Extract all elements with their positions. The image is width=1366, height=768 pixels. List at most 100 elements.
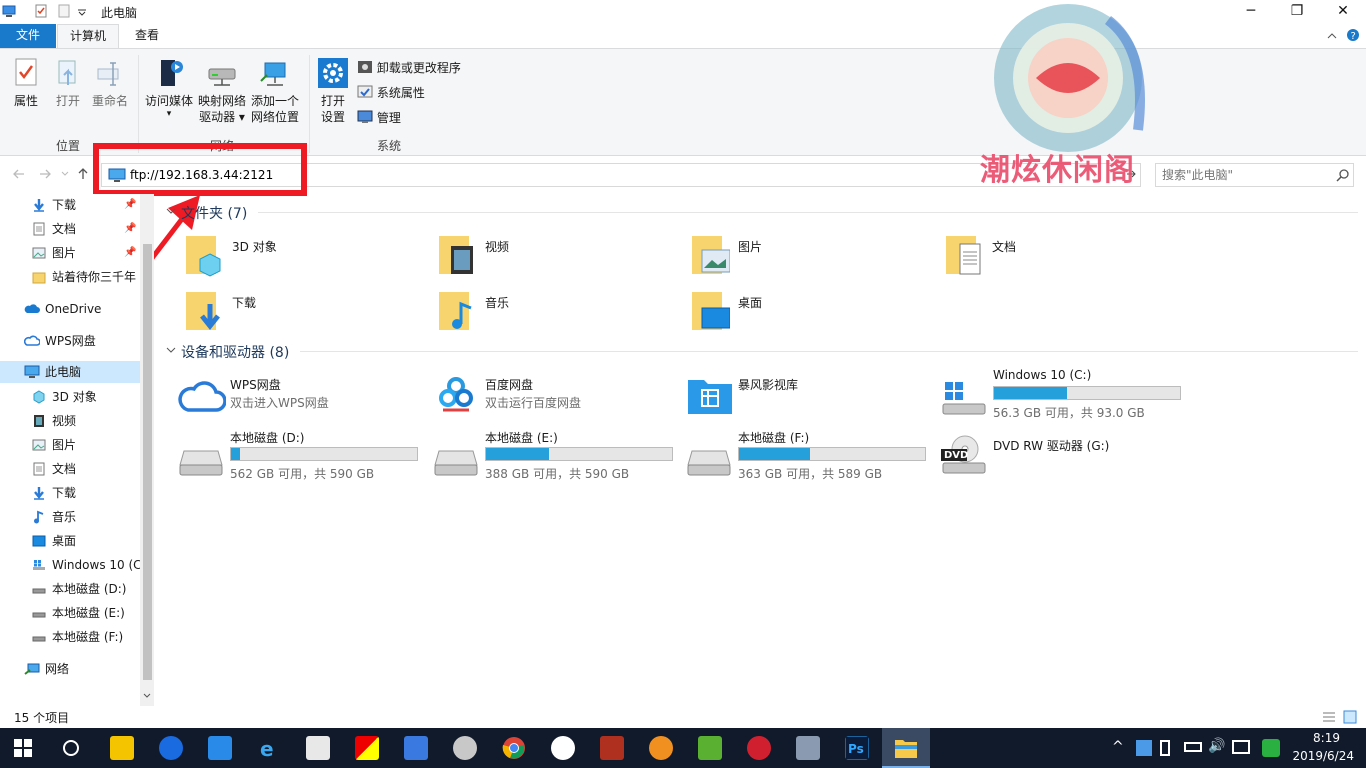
sidebar-item-downloads[interactable]: 下载 📌 bbox=[32, 194, 140, 216]
folder-documents[interactable]: 文档 bbox=[946, 234, 1186, 284]
volume-icon[interactable]: 🔊 bbox=[1208, 738, 1225, 754]
search-box[interactable] bbox=[1155, 163, 1354, 187]
sidebar-item-music[interactable]: 音乐 bbox=[32, 506, 140, 528]
pin-icon[interactable]: 📌 bbox=[124, 218, 136, 240]
back-arrow-icon[interactable] bbox=[12, 167, 26, 181]
tab-view[interactable]: 查看 bbox=[124, 24, 170, 48]
maximize-button[interactable]: ❐ bbox=[1274, 0, 1320, 24]
sidebar-item-documents-pc[interactable]: 文档 bbox=[32, 458, 140, 480]
sidebar-item-folder[interactable]: 站着待你三千年 bbox=[32, 266, 140, 288]
battery-icon[interactable] bbox=[1184, 742, 1202, 752]
device-drive-e[interactable]: 本地磁盘 (E:) 388 GB 可用，共 590 GB bbox=[433, 429, 693, 481]
rename-button[interactable]: 重命名 bbox=[90, 57, 130, 109]
sidebar-item-network[interactable]: 网络 bbox=[24, 658, 140, 680]
folders-section-header[interactable]: 文件夹 (7) bbox=[181, 203, 247, 223]
folder-music[interactable]: 音乐 bbox=[439, 290, 679, 340]
clock-date[interactable]: 2019/6/24 bbox=[1292, 749, 1354, 763]
search-input[interactable] bbox=[1162, 167, 1322, 183]
baidu-netdisk-taskbar-icon[interactable] bbox=[551, 736, 575, 760]
network-tray-icon[interactable] bbox=[1232, 740, 1250, 754]
multicolor-app-icon[interactable] bbox=[355, 736, 379, 760]
forward-arrow-icon[interactable] bbox=[38, 167, 52, 181]
minimize-button[interactable]: ─ bbox=[1228, 0, 1274, 24]
sidebar-item-pictures[interactable]: 图片 📌 bbox=[32, 242, 140, 264]
devices-section-header[interactable]: 设备和驱动器 (8) bbox=[181, 342, 289, 362]
help-icon[interactable]: ? bbox=[1346, 28, 1360, 42]
sidebar-item-downloads-pc[interactable]: 下载 bbox=[32, 482, 140, 504]
pin-icon[interactable]: 📌 bbox=[124, 242, 136, 264]
properties-button[interactable]: 属性 bbox=[8, 57, 44, 109]
folder-downloads[interactable]: 下载 bbox=[186, 290, 426, 340]
device-dvd-drive[interactable]: DVD DVD RW 驱动器 (G:) bbox=[941, 435, 1201, 489]
sidebar-item-drive-d[interactable]: 本地磁盘 (D:) bbox=[32, 578, 140, 600]
folder-videos[interactable]: 视频 bbox=[439, 234, 679, 284]
access-media-button[interactable]: 访问媒体 ▾ bbox=[144, 57, 194, 119]
sidebar-item-wps[interactable]: WPS网盘 bbox=[24, 330, 140, 352]
device-wps[interactable]: WPS网盘 双击进入WPS网盘 bbox=[178, 376, 438, 428]
tray-app-icon[interactable] bbox=[1136, 740, 1152, 756]
sidebar-item-drive-f[interactable]: 本地磁盘 (F:) bbox=[32, 626, 140, 648]
close-button[interactable]: ✕ bbox=[1320, 0, 1366, 24]
calculator-app-icon[interactable] bbox=[306, 736, 330, 760]
sidebar-item-thispc[interactable]: 此电脑 bbox=[0, 361, 140, 383]
scroll-down-icon[interactable] bbox=[142, 691, 152, 701]
search-icon[interactable] bbox=[1336, 168, 1350, 182]
sidebar-item-drive-c[interactable]: Windows 10 (C:) bbox=[32, 554, 140, 576]
device-drive-c[interactable]: Windows 10 (C:) 56.3 GB 可用，共 93.0 GB bbox=[941, 368, 1201, 420]
sidebar-item-documents[interactable]: 文档 📌 bbox=[32, 218, 140, 240]
system-properties-button[interactable]: 系统属性 bbox=[357, 84, 425, 102]
folder-desktop[interactable]: 桌面 bbox=[692, 290, 932, 340]
tab-file[interactable]: 文件 bbox=[0, 24, 56, 48]
sidebar-item-3d[interactable]: 3D 对象 bbox=[32, 386, 140, 408]
device-drive-f[interactable]: 本地磁盘 (F:) 363 GB 可用，共 589 GB bbox=[686, 429, 946, 481]
sidebar-item-pictures-pc[interactable]: 图片 bbox=[32, 434, 140, 456]
photoshop-icon[interactable]: Ps bbox=[845, 736, 869, 760]
feiniao-app-icon[interactable] bbox=[159, 736, 183, 760]
tray-expand-icon[interactable]: ^ bbox=[1112, 739, 1124, 755]
chevron-down-icon[interactable] bbox=[75, 4, 89, 18]
sidebar-item-desktop[interactable]: 桌面 bbox=[32, 530, 140, 552]
device-baofeng[interactable]: 暴风影视库 bbox=[686, 376, 946, 428]
edge-browser-icon[interactable]: e bbox=[257, 736, 281, 760]
folder-pictures[interactable]: 图片 bbox=[692, 234, 932, 284]
qq-app-icon[interactable] bbox=[110, 736, 134, 760]
add-network-location-button[interactable]: 添加一个 网络位置 bbox=[249, 57, 301, 125]
camtasia-app-icon[interactable] bbox=[698, 736, 722, 760]
properties-quick-icon[interactable] bbox=[34, 4, 48, 18]
map-network-drive-button[interactable]: 映射网络 驱动器 ▾ bbox=[196, 57, 248, 125]
sidebar-scroll-thumb[interactable] bbox=[143, 244, 152, 680]
device-drive-d[interactable]: 本地磁盘 (D:) 562 GB 可用，共 590 GB bbox=[178, 429, 438, 481]
manage-button[interactable]: 管理 bbox=[357, 109, 401, 127]
cortana-search-icon[interactable] bbox=[62, 739, 80, 757]
open-button[interactable]: 打开 bbox=[52, 57, 84, 109]
uninstall-programs-button[interactable]: 卸载或更改程序 bbox=[357, 59, 461, 77]
chevron-down-icon[interactable] bbox=[166, 345, 176, 355]
image-app-icon[interactable] bbox=[796, 736, 820, 760]
cat-app-icon[interactable] bbox=[453, 736, 477, 760]
sidebar-item-onedrive[interactable]: OneDrive bbox=[24, 298, 140, 320]
sidebar-item-drive-e[interactable]: 本地磁盘 (E:) bbox=[32, 602, 140, 624]
device-baidu[interactable]: 百度网盘 双击运行百度网盘 bbox=[433, 376, 693, 428]
ob-app-icon[interactable] bbox=[404, 736, 428, 760]
large-icons-view-icon[interactable] bbox=[1343, 710, 1357, 724]
windows-start-icon[interactable] bbox=[14, 739, 32, 757]
folder-3d-objects[interactable]: 3D 对象 bbox=[186, 234, 426, 284]
pin-icon[interactable]: 📌 bbox=[124, 194, 136, 216]
new-folder-quick-icon[interactable] bbox=[57, 4, 71, 18]
fox-app-icon[interactable] bbox=[649, 736, 673, 760]
usb-device-icon[interactable] bbox=[1160, 740, 1170, 756]
file-explorer-taskbar-button[interactable] bbox=[882, 728, 930, 768]
up-arrow-icon[interactable] bbox=[76, 167, 90, 181]
xiuxiu-app-icon[interactable] bbox=[747, 736, 771, 760]
game-app-icon[interactable] bbox=[600, 736, 624, 760]
details-view-icon[interactable] bbox=[1322, 710, 1336, 724]
tab-computer[interactable]: 计算机 bbox=[57, 24, 119, 48]
collapse-ribbon-icon[interactable] bbox=[1326, 30, 1338, 42]
input-method-icon[interactable] bbox=[1262, 739, 1280, 757]
open-settings-button[interactable]: 打开 设置 bbox=[316, 57, 350, 125]
recent-chevron-icon[interactable] bbox=[60, 169, 70, 179]
meeting-app-icon[interactable] bbox=[208, 736, 232, 760]
clock-time[interactable]: 8:19 bbox=[1313, 731, 1340, 745]
chevron-down-icon[interactable] bbox=[166, 206, 176, 216]
chrome-browser-icon[interactable] bbox=[502, 736, 526, 760]
